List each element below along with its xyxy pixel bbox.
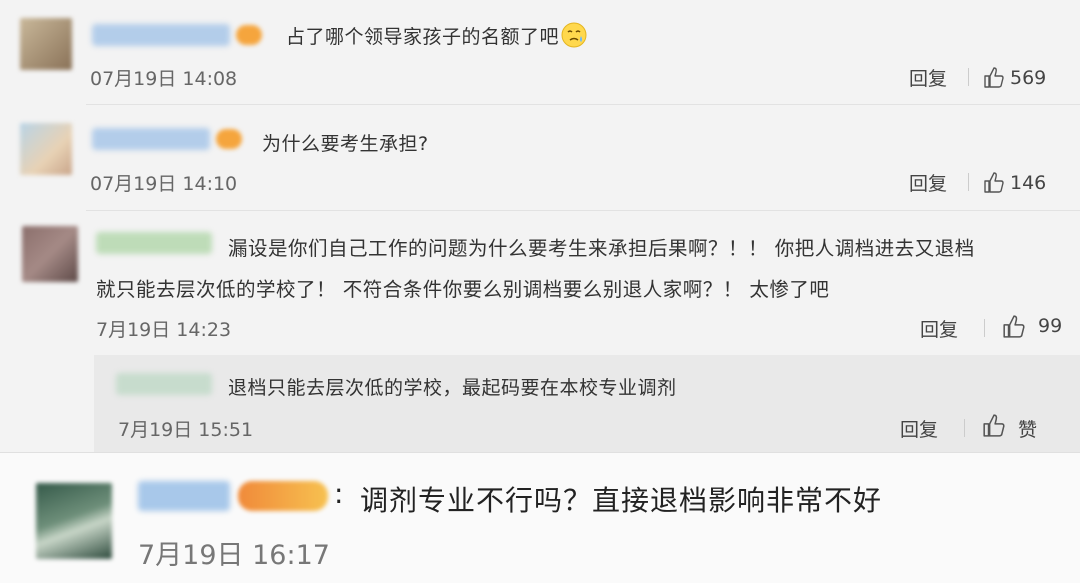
like-count[interactable]: 569	[1010, 67, 1046, 89]
vip-badge	[238, 481, 328, 511]
thumbs-up-icon[interactable]	[1002, 314, 1026, 338]
username-blurred[interactable]	[92, 128, 210, 150]
like-count[interactable]: 146	[1010, 172, 1046, 194]
thumbs-up-icon[interactable]	[984, 66, 1004, 88]
comment-time: 07月19日 14:08	[90, 68, 238, 90]
username-blurred[interactable]	[92, 24, 230, 46]
action-divider	[984, 319, 985, 337]
reply-text: 退档只能去层次低的学校，最起码要在本校专业调剂	[228, 377, 677, 399]
comment-text-line-2: 就只能去层次低的学校了！ 不符合条件你要么别调档要么别退人家啊？！ 太惨了吧	[96, 278, 830, 301]
avatar[interactable]	[22, 226, 78, 282]
avatar[interactable]	[36, 483, 112, 559]
comment-text-body: 占了哪个领导家孩子的名额了吧	[286, 26, 560, 48]
nested-reply-box: 退档只能去层次低的学校，最起码要在本校专业调剂 7月19日 15:51 回复 赞	[94, 355, 1080, 452]
comment-2: 为什么要考生承担? 07月19日 14:10 回复 146	[0, 105, 1080, 210]
action-divider	[964, 419, 965, 437]
vip-badge	[216, 129, 242, 149]
comment-text-line-1: 漏设是你们自己工作的问题为什么要考生来承担后果啊？！！ 你把人调档进去又退档	[228, 237, 975, 260]
username-blurred[interactable]	[96, 232, 212, 254]
action-divider	[968, 68, 969, 86]
comment-text: 调剂专业不行吗？直接退档影响非常不好	[360, 484, 883, 517]
reply-button[interactable]: 回复	[909, 169, 947, 196]
vip-badge	[236, 25, 262, 45]
thumbs-up-icon[interactable]	[984, 171, 1004, 193]
comment-3: 漏设是你们自己工作的问题为什么要考生来承担后果啊？！！ 你把人调档进去又退档 就…	[0, 210, 1080, 344]
username-blurred[interactable]	[116, 373, 212, 395]
comment-time: 7月19日 14:23	[96, 319, 232, 341]
reply-time: 7月19日 15:51	[118, 419, 254, 441]
bottom-comment: : 调剂专业不行吗？直接退档影响非常不好 7月19日 16:17	[0, 452, 1080, 583]
comment-text: 为什么要考生承担?	[262, 133, 429, 155]
reply-button[interactable]: 回复	[909, 64, 947, 91]
avatar[interactable]	[20, 18, 72, 70]
reply-button[interactable]: 回复	[900, 415, 938, 442]
comment-1: 占了哪个领导家孩子的名额了吧 07月19日 14:08 回复 569	[0, 0, 1080, 105]
reply-button[interactable]: 回复	[920, 315, 958, 342]
comment-text: 占了哪个领导家孩子的名额了吧	[286, 22, 587, 49]
avatar[interactable]	[20, 123, 72, 175]
username-blurred[interactable]	[138, 481, 230, 511]
action-divider	[968, 173, 969, 191]
like-button-label[interactable]: 赞	[1018, 415, 1037, 442]
like-count[interactable]: 99	[1038, 315, 1062, 337]
sweat-smile-emoji-icon	[561, 22, 587, 48]
comment-separator: :	[334, 477, 344, 510]
thumbs-up-icon[interactable]	[982, 413, 1006, 437]
comment-time: 07月19日 14:10	[90, 173, 238, 195]
comment-time: 7月19日 16:17	[138, 540, 330, 571]
